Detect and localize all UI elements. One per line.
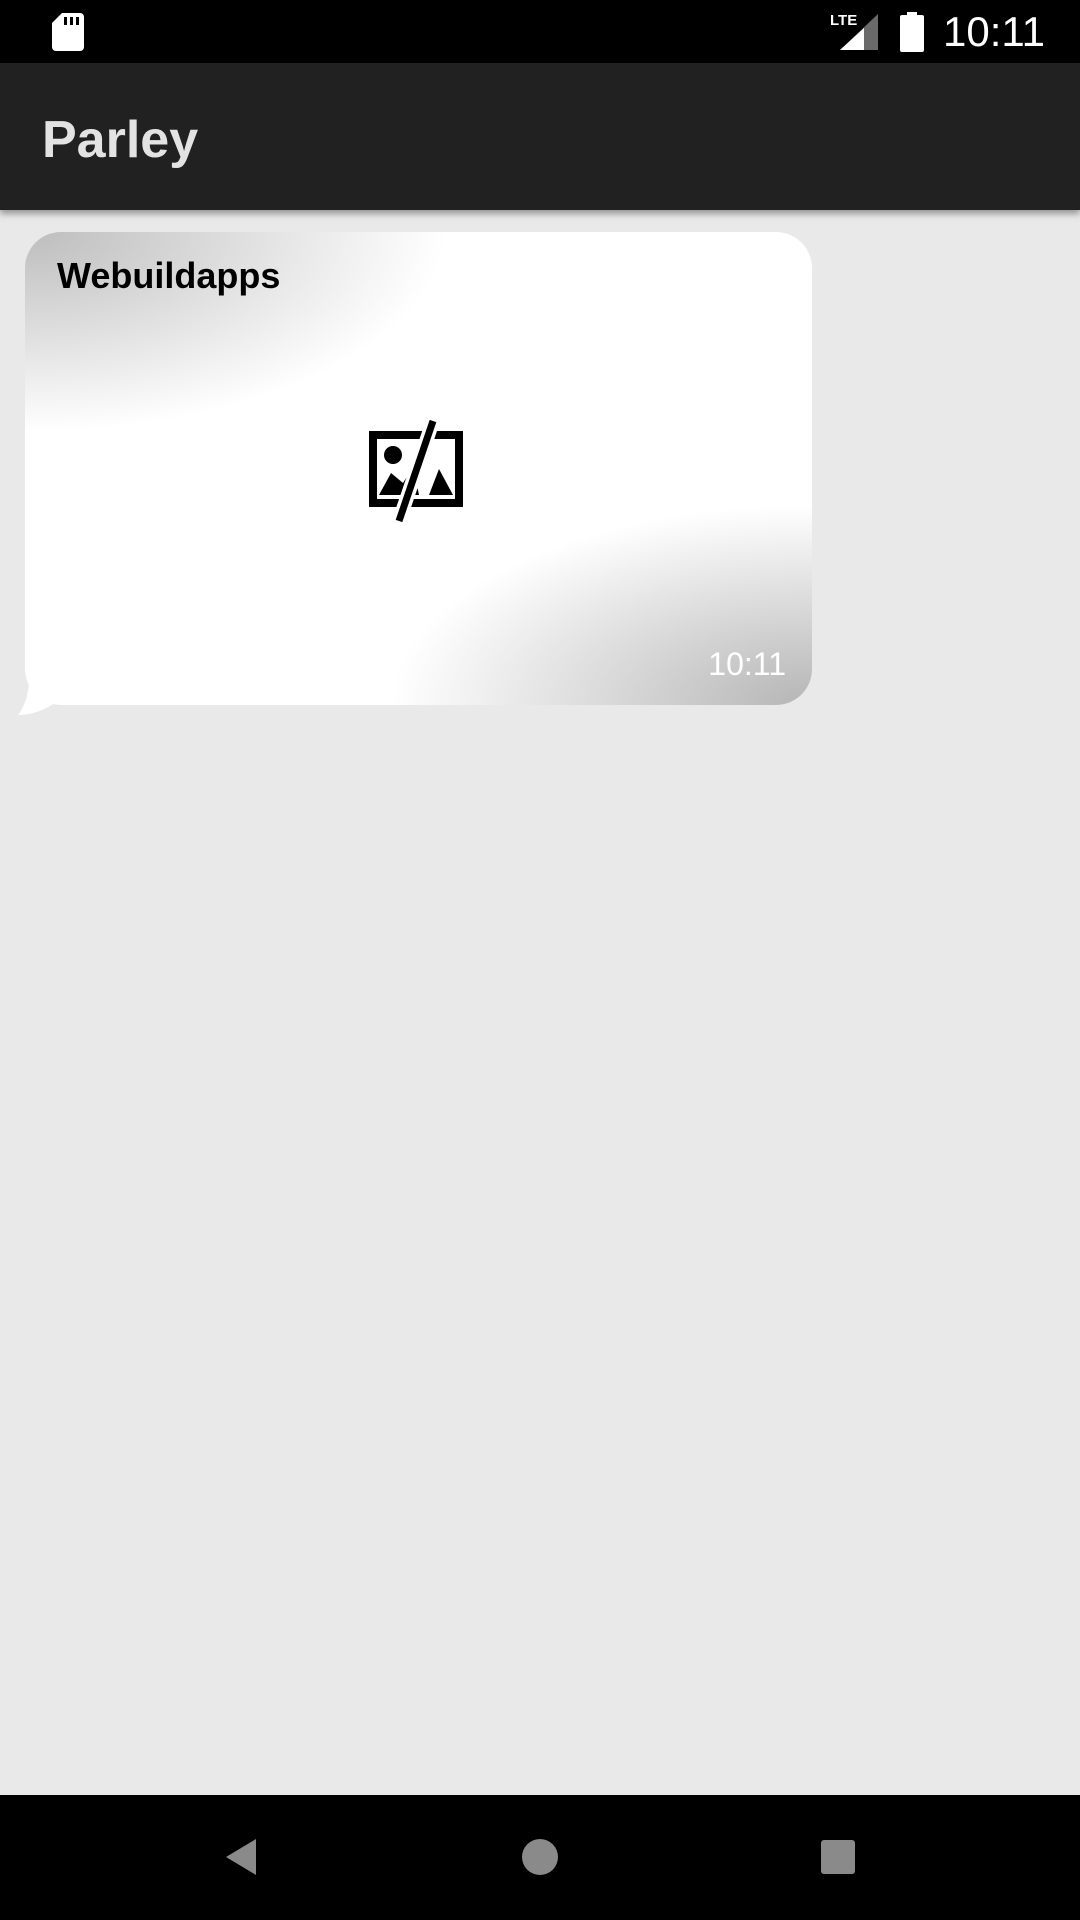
navigation-bar xyxy=(0,1795,1080,1920)
status-time: 10:11 xyxy=(943,8,1045,55)
network-type-label: LTE xyxy=(830,12,857,29)
message-list[interactable]: Webuildapps 10:11 xyxy=(0,210,1080,1795)
recents-icon[interactable] xyxy=(808,1827,868,1887)
app-bar: Parley xyxy=(0,63,1080,210)
message-time: 10:11 xyxy=(708,646,786,682)
app-title: Parley xyxy=(42,111,199,169)
back-icon[interactable] xyxy=(212,1827,272,1887)
message-sender: Webuildapps xyxy=(57,255,281,296)
sd-card-icon xyxy=(52,13,84,51)
status-bar: LTE 10:11 xyxy=(0,0,1080,63)
lte-signal-icon: LTE xyxy=(830,12,878,50)
message-bubble[interactable]: Webuildapps 10:11 xyxy=(25,232,812,705)
home-icon[interactable] xyxy=(510,1827,570,1887)
broken-image-icon[interactable] xyxy=(369,417,469,525)
battery-icon xyxy=(900,12,924,52)
